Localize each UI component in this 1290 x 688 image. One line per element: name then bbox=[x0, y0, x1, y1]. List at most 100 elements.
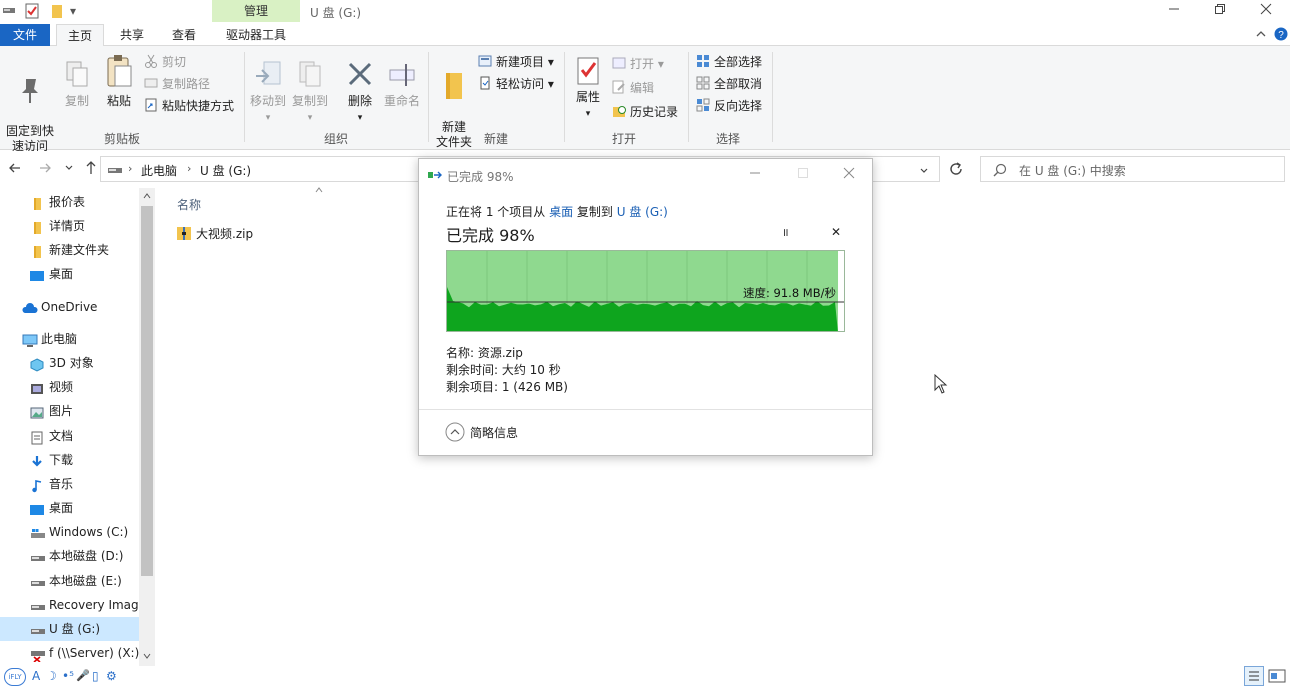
history-button[interactable]: 历史记录 bbox=[612, 102, 678, 122]
nav-item[interactable]: 音乐 bbox=[0, 472, 140, 496]
properties-quick-icon[interactable] bbox=[24, 3, 40, 22]
nav-item[interactable]: 桌面 bbox=[0, 262, 140, 286]
nav-item[interactable]: OneDrive bbox=[0, 295, 140, 319]
copy-file-name: 名称: 资源.zip bbox=[446, 346, 523, 360]
column-header-name[interactable]: 名称 bbox=[177, 196, 201, 213]
back-arrow-icon[interactable] bbox=[8, 161, 22, 178]
select-none-button[interactable]: 全部取消 bbox=[696, 74, 762, 94]
close-icon[interactable] bbox=[1260, 3, 1272, 19]
nav-scrollbar-thumb[interactable] bbox=[141, 206, 153, 576]
onedrive-cloud-icon bbox=[22, 300, 38, 314]
address-dropdown-icon[interactable] bbox=[919, 165, 929, 179]
recent-locations-icon[interactable] bbox=[64, 162, 74, 176]
properties-button[interactable]: 属性 ▾ bbox=[570, 56, 606, 122]
nav-item[interactable]: Windows (C:) bbox=[0, 520, 140, 544]
copy-path-button[interactable]: 复制路径 bbox=[144, 74, 210, 94]
move-to-button[interactable]: 移动到 ▾ bbox=[248, 60, 288, 126]
source-link[interactable]: 桌面 bbox=[549, 205, 573, 219]
select-none-icon bbox=[696, 76, 710, 90]
video-icon bbox=[30, 380, 44, 394]
qa-dropdown-icon[interactable]: ▾ bbox=[70, 4, 76, 18]
new-item-button[interactable]: 新建项目 ▾ bbox=[478, 52, 554, 72]
minimize-icon[interactable] bbox=[1168, 3, 1180, 19]
cancel-copy-button[interactable]: ✕ bbox=[831, 225, 841, 239]
rename-button[interactable]: 重命名 bbox=[382, 60, 422, 109]
drive-icon bbox=[30, 574, 45, 588]
progress-heading: 已完成 98% bbox=[446, 226, 535, 245]
ime-toolbar-item[interactable]: ▯ bbox=[92, 669, 99, 683]
destination-link[interactable]: U 盘 (G:) bbox=[617, 205, 668, 219]
nav-item[interactable]: 下载 bbox=[0, 448, 140, 472]
edit-button[interactable]: 编辑 bbox=[612, 78, 654, 98]
group-divider bbox=[428, 52, 429, 142]
breadcrumb-drive[interactable]: U 盘 (G:) bbox=[200, 162, 251, 179]
details-view-icon[interactable] bbox=[1244, 666, 1264, 686]
new-folder-quick-icon[interactable] bbox=[50, 3, 64, 22]
copy-icon bbox=[427, 169, 443, 184]
ime-toolbar-item[interactable]: A bbox=[32, 669, 40, 683]
nav-item[interactable]: 图片 bbox=[0, 399, 140, 423]
cut-button[interactable]: 剪切 bbox=[144, 52, 186, 72]
pin-quick-access-button[interactable]: 固定到快 速访问 bbox=[2, 60, 58, 154]
tab-share[interactable]: 共享 bbox=[110, 24, 154, 46]
tab-home[interactable]: 主页 bbox=[56, 24, 104, 46]
scroll-down-icon[interactable] bbox=[142, 652, 152, 663]
nav-item[interactable]: Recovery Image bbox=[0, 593, 146, 617]
nav-item[interactable]: U 盘 (G:) bbox=[0, 617, 140, 641]
computer-icon bbox=[22, 332, 38, 347]
nav-item[interactable]: 新建文件夹 bbox=[0, 238, 140, 262]
large-icons-view-icon[interactable] bbox=[1268, 668, 1286, 687]
drive-icon bbox=[2, 4, 16, 19]
nav-item[interactable]: 视频 bbox=[0, 375, 140, 399]
scroll-up-icon[interactable] bbox=[142, 192, 152, 203]
ime-toolbar-item[interactable]: •⁵ bbox=[62, 669, 74, 683]
status-bar: iFLY A ☽ •⁵ 🎤 ▯ ⚙ bbox=[0, 666, 1290, 688]
nav-item[interactable]: 3D 对象 bbox=[0, 351, 140, 375]
breadcrumb-separator-icon[interactable]: › bbox=[187, 162, 191, 175]
nav-item[interactable]: f (\\Server) (X:) bbox=[0, 641, 140, 665]
select-all-button[interactable]: 全部选择 bbox=[696, 52, 762, 72]
nav-item[interactable]: 此电脑 bbox=[0, 327, 140, 351]
dialog-footer: 简略信息 bbox=[419, 409, 872, 455]
refresh-icon[interactable] bbox=[948, 161, 964, 180]
help-icon[interactable]: ? bbox=[1274, 27, 1288, 44]
paste-shortcut-button[interactable]: 粘贴快捷方式 bbox=[144, 96, 234, 116]
pause-button[interactable]: ॥ bbox=[782, 225, 789, 240]
paste-button[interactable]: 粘贴 bbox=[102, 54, 136, 109]
ime-toolbar-item[interactable]: ⚙ bbox=[106, 669, 117, 683]
nav-item[interactable]: 桌面 bbox=[0, 496, 140, 520]
open-button[interactable]: 打开 ▾ bbox=[612, 54, 664, 74]
nav-item[interactable]: 详情页 bbox=[0, 214, 140, 238]
search-icon bbox=[993, 163, 1007, 180]
breadcrumb-pc[interactable]: 此电脑 bbox=[141, 162, 177, 179]
fewer-details-label[interactable]: 简略信息 bbox=[470, 424, 518, 441]
invert-selection-button[interactable]: 反向选择 bbox=[696, 96, 762, 116]
easy-access-button[interactable]: 轻松访问 ▾ bbox=[478, 74, 554, 94]
dialog-close-icon[interactable] bbox=[843, 167, 855, 182]
copy-button[interactable]: 复制 bbox=[62, 60, 92, 109]
search-box[interactable]: 在 U 盘 (G:) 中搜索 bbox=[980, 156, 1285, 182]
tab-drive-tools[interactable]: 驱动器工具 bbox=[212, 24, 300, 46]
ime-logo[interactable]: iFLY bbox=[4, 668, 26, 686]
restore-icon[interactable] bbox=[1214, 3, 1226, 19]
nav-item[interactable]: 文档 bbox=[0, 424, 140, 448]
manage-context-tab[interactable]: 管理 bbox=[212, 0, 300, 22]
group-divider bbox=[244, 52, 245, 142]
up-arrow-icon[interactable] bbox=[84, 160, 98, 179]
copy-to-button[interactable]: 复制到 ▾ bbox=[290, 60, 330, 126]
forward-arrow-icon[interactable] bbox=[38, 161, 52, 178]
file-row[interactable]: 大视频.zip bbox=[174, 222, 284, 244]
tab-view[interactable]: 查看 bbox=[162, 24, 206, 46]
ime-toolbar-item[interactable]: ☽ bbox=[46, 669, 57, 683]
nav-item[interactable]: 报价表 bbox=[0, 190, 140, 214]
dialog-minimize-icon[interactable] bbox=[749, 167, 761, 182]
ime-toolbar-item[interactable]: 🎤 bbox=[76, 669, 90, 682]
delete-button[interactable]: 删除 ▾ bbox=[342, 60, 378, 126]
collapse-ribbon-icon[interactable] bbox=[1255, 28, 1267, 42]
group-divider bbox=[688, 52, 689, 142]
tab-file[interactable]: 文件 bbox=[0, 24, 50, 46]
nav-item[interactable]: 本地磁盘 (D:) bbox=[0, 544, 140, 568]
nav-item[interactable]: 本地磁盘 (E:) bbox=[0, 569, 140, 593]
collapse-details-button[interactable] bbox=[445, 422, 465, 445]
breadcrumb-separator-icon[interactable]: › bbox=[128, 162, 132, 175]
